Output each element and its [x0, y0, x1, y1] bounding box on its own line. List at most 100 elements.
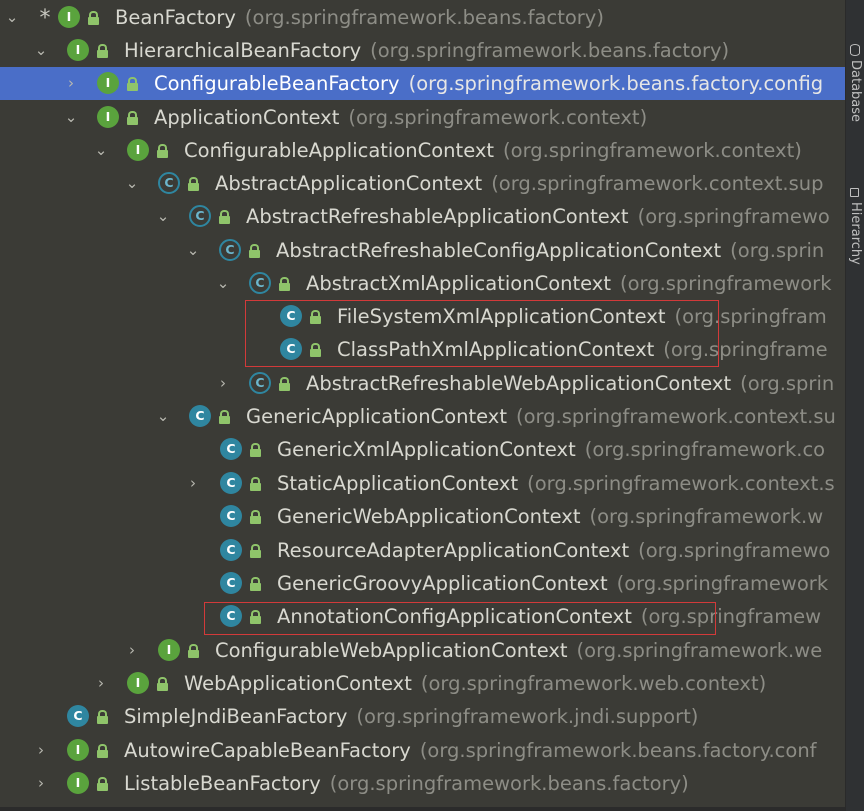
lock-icon	[219, 410, 230, 424]
class-icon: C	[220, 505, 242, 527]
lock-icon	[250, 544, 261, 558]
tree-row-selected[interactable]: › I ConfigurableBeanFactory (org.springfr…	[0, 67, 846, 100]
tree-row[interactable]: ⌄ * I BeanFactory (org.springframework.be…	[0, 1, 846, 34]
class-icon: C	[189, 405, 211, 427]
lock-icon	[249, 244, 260, 258]
abstract-class-icon: C	[158, 172, 180, 194]
chevron-down-icon[interactable]: ⌄	[34, 34, 48, 67]
tree-row[interactable]: › C AbstractRefreshableWebApplicationCon…	[0, 367, 846, 400]
abstract-class-icon: C	[249, 272, 271, 294]
tree-row-label: WebApplicationContext (org.springframewor…	[184, 672, 767, 695]
lock-icon	[157, 677, 168, 691]
tree-row[interactable]: ⌄ C AbstractXmlApplicationContext (org.sp…	[0, 267, 846, 300]
tree-row[interactable]: ⌄ I HierarchicalBeanFactory (org.springfr…	[0, 34, 846, 67]
tree-row-label: ConfigurableWebApplicationContext (org.sp…	[215, 639, 823, 662]
interface-icon: I	[97, 72, 119, 94]
tree-row-label: ConfigurableApplicationContext (org.sprin…	[184, 139, 802, 162]
tree-row[interactable]: C GenericWebApplicationContext (org.sprin…	[0, 500, 846, 533]
lock-icon	[279, 277, 290, 291]
highlight-box	[204, 602, 716, 635]
lock-icon	[127, 77, 138, 91]
tree-row-label: BeanFactory (org.springframework.beans.fa…	[115, 6, 604, 29]
chevron-right-icon[interactable]: ›	[94, 667, 108, 700]
lock-icon	[157, 144, 168, 158]
tree-row[interactable]: C ResourceAdapterApplicationContext (org.…	[0, 534, 846, 567]
hierarchy-tree[interactable]: ⌄ * I BeanFactory (org.springframework.be…	[0, 0, 846, 811]
tree-row-label: HierarchicalBeanFactory (org.springframew…	[124, 39, 730, 62]
tree-row[interactable]: › I AutowireCapableBeanFactory (org.sprin…	[0, 734, 846, 767]
tree-row[interactable]: ⌄ C AbstractApplicationContext (org.sprin…	[0, 167, 846, 200]
tree-row-label: AbstractRefreshableWebApplicationContext…	[306, 372, 835, 395]
hierarchy-tab[interactable]: Hierarchy	[846, 202, 864, 265]
lock-icon	[88, 11, 99, 25]
lock-icon	[250, 443, 261, 457]
tree-row[interactable]: ⌄ C AbstractRefreshableApplicationContex…	[0, 200, 846, 233]
tree-row-label: ApplicationContext (org.springframework.c…	[154, 106, 648, 129]
tree-row-label: AutowireCapableBeanFactory (org.springfra…	[124, 739, 817, 762]
chevron-down-icon[interactable]: ⌄	[94, 134, 108, 167]
tree-row[interactable]: ⌄ C GenericApplicationContext (org.spring…	[0, 400, 846, 433]
tree-row[interactable]: C SimpleJndiBeanFactory (org.springframew…	[0, 700, 846, 733]
star-marker: *	[39, 6, 51, 31]
highlight-box	[245, 300, 719, 367]
chevron-right-icon[interactable]: ›	[125, 634, 139, 667]
class-icon: C	[67, 705, 89, 727]
tree-row-label: ResourceAdapterApplicationContext (org.sp…	[277, 539, 831, 562]
interface-icon: I	[97, 106, 119, 128]
chevron-right-icon[interactable]: ›	[34, 734, 48, 767]
tree-row-label: AbstractRefreshableConfigApplicationCont…	[276, 239, 825, 262]
class-icon: C	[220, 438, 242, 460]
tree-row[interactable]: ⌄ I ApplicationContext (org.springframewo…	[0, 101, 846, 134]
right-tool-sidebar: Database Hierarchy	[845, 0, 864, 811]
chevron-down-icon[interactable]: ⌄	[5, 1, 19, 34]
lock-icon	[250, 577, 261, 591]
interface-icon: I	[67, 772, 89, 794]
lock-icon	[97, 44, 108, 58]
tree-row-label: GenericGroovyApplicationContext (org.spri…	[277, 572, 829, 595]
chevron-down-icon[interactable]: ⌄	[156, 400, 170, 433]
lock-icon	[250, 510, 261, 524]
tree-row[interactable]: C GenericXmlApplicationContext (org.sprin…	[0, 433, 846, 466]
interface-icon: I	[58, 6, 80, 28]
interface-icon: I	[158, 639, 180, 661]
database-icon[interactable]	[850, 44, 860, 56]
chevron-right-icon[interactable]: ›	[34, 767, 48, 800]
interface-icon: I	[67, 39, 89, 61]
tree-row-label: AbstractRefreshableApplicationContext (or…	[246, 205, 830, 228]
class-icon: C	[220, 572, 242, 594]
class-icon: C	[220, 472, 242, 494]
abstract-class-icon: C	[219, 239, 241, 261]
tree-row-label: ListableBeanFactory (org.springframework.…	[124, 772, 689, 795]
tree-row[interactable]: › I WebApplicationContext (org.springfram…	[0, 667, 846, 700]
tree-row-label: ConfigurableBeanFactory (org.springframew…	[154, 72, 824, 95]
interface-icon: I	[127, 672, 149, 694]
interface-icon: I	[67, 739, 89, 761]
chevron-down-icon[interactable]: ⌄	[216, 267, 230, 300]
horizontal-scrollbar[interactable]	[0, 807, 846, 811]
chevron-right-icon[interactable]: ›	[64, 67, 78, 100]
tree-row[interactable]: ⌄ I ConfigurableApplicationContext (org.s…	[0, 134, 846, 167]
database-tab[interactable]: Database	[846, 60, 864, 122]
tree-row-label: GenericApplicationContext (org.springfram…	[246, 405, 836, 428]
tree-row[interactable]: › I ListableBeanFactory (org.springframew…	[0, 767, 846, 800]
chevron-right-icon[interactable]: ›	[186, 467, 200, 500]
lock-icon	[250, 477, 261, 491]
chevron-down-icon[interactable]: ⌄	[125, 167, 139, 200]
tree-row[interactable]: › I ConfigurableWebApplicationContext (or…	[0, 634, 846, 667]
lock-icon	[97, 710, 108, 724]
tree-row[interactable]: ⌄ C AbstractRefreshableConfigApplication…	[0, 234, 846, 267]
class-icon: C	[220, 539, 242, 561]
tree-row-label: StaticApplicationContext (org.springframe…	[277, 472, 835, 495]
chevron-down-icon[interactable]: ⌄	[64, 101, 78, 134]
chevron-down-icon[interactable]: ⌄	[186, 234, 200, 267]
tree-row-label: AbstractApplicationContext (org.springfra…	[215, 172, 824, 195]
interface-icon: I	[127, 139, 149, 161]
tree-row-label: SimpleJndiBeanFactory (org.springframewor…	[124, 705, 699, 728]
lock-icon	[97, 777, 108, 791]
chevron-down-icon[interactable]: ⌄	[156, 200, 170, 233]
lock-icon	[219, 210, 230, 224]
tree-row[interactable]: C GenericGroovyApplicationContext (org.sp…	[0, 567, 846, 600]
chevron-right-icon[interactable]: ›	[216, 367, 230, 400]
hierarchy-icon[interactable]	[850, 188, 859, 197]
tree-row[interactable]: › C StaticApplicationContext (org.springf…	[0, 467, 846, 500]
